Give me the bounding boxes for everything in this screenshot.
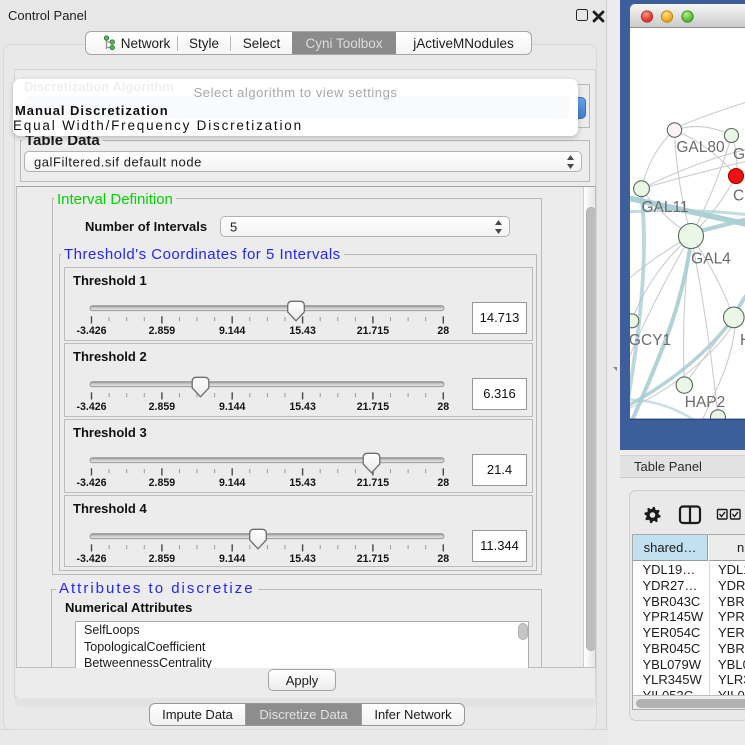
svg-text:GAL80: GAL80 [676,139,725,156]
svg-text:15.43: 15.43 [289,325,316,337]
svg-text:21.715: 21.715 [357,401,390,413]
svg-text:21.715: 21.715 [357,553,390,565]
svg-text:GAL11: GAL11 [641,199,688,216]
svg-text:-3.426: -3.426 [76,401,106,413]
svg-text:9.144: 9.144 [219,553,246,565]
svg-text:9.144: 9.144 [219,401,246,413]
svg-text:-3.426: -3.426 [76,477,106,489]
svg-text:C: C [733,188,744,205]
svg-text:21.715: 21.715 [357,325,390,337]
svg-text:-3.426: -3.426 [76,553,106,565]
svg-text:21.715: 21.715 [357,477,390,489]
svg-text:28: 28 [437,401,449,413]
svg-text:2.859: 2.859 [149,477,176,489]
svg-text:HIS: HIS [740,332,745,349]
svg-text:2.859: 2.859 [149,325,176,337]
svg-text:9.144: 9.144 [219,477,246,489]
svg-text:28: 28 [437,553,449,565]
svg-text:GAL4: GAL4 [691,251,731,268]
svg-text:15.43: 15.43 [289,401,316,413]
svg-text:15.43: 15.43 [289,477,316,489]
svg-text:GA: GA [733,146,745,163]
svg-text:HAP2: HAP2 [685,394,726,411]
svg-text:2.859: 2.859 [149,553,176,565]
svg-text:9.144: 9.144 [219,325,246,337]
svg-text:28: 28 [437,477,449,489]
svg-text:28: 28 [437,325,449,337]
svg-text:-3.426: -3.426 [76,325,106,337]
svg-text:2.859: 2.859 [149,401,176,413]
svg-text:GCY1: GCY1 [630,332,671,349]
svg-text:15.43: 15.43 [289,553,316,565]
